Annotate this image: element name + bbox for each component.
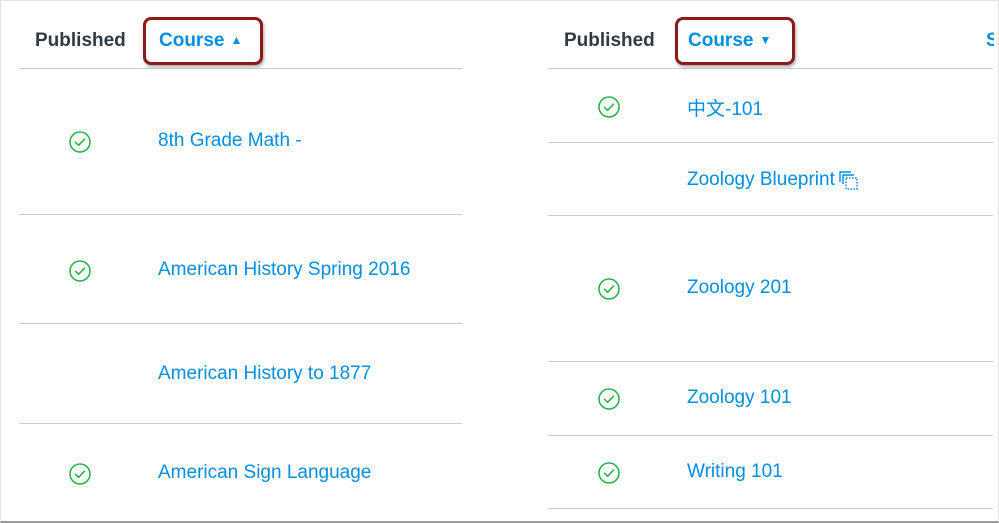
blueprint-icon <box>839 171 858 190</box>
published-check-icon <box>69 131 91 153</box>
table-row: Zoology Blueprint <box>548 143 993 216</box>
course-header-label: Course <box>159 30 225 51</box>
published-check-icon <box>598 388 620 410</box>
table-row: 中文-101 <box>548 69 993 143</box>
courses-table-descending: Published Course ▼ S 中文-101 Zoology Bluep… <box>548 0 994 523</box>
next-column-header-partial[interactable]: S <box>986 30 994 52</box>
course-column-header-sort-button[interactable]: Course ▲ <box>159 30 242 52</box>
course-link[interactable]: Zoology 101 <box>687 387 792 409</box>
course-column-header-sort-button[interactable]: Course ▼ <box>688 30 771 52</box>
table-row: Zoology 101 <box>548 362 993 436</box>
table-row: Zoology 201 <box>548 216 993 362</box>
published-column-header[interactable]: Published <box>564 30 655 52</box>
course-link[interactable]: Zoology Blueprint <box>687 169 859 191</box>
courses-table-ascending: Published Course ▲ 8th Grade Math - Ameri… <box>19 0 462 523</box>
sort-ascending-icon: ▲ <box>230 33 243 47</box>
course-link[interactable]: American History Spring 2016 <box>158 259 410 281</box>
table-row: American Sign Language <box>19 424 462 520</box>
course-link[interactable]: 8th Grade Math - <box>158 130 302 152</box>
course-link[interactable]: Writing 101 <box>687 461 783 483</box>
course-link[interactable]: American History to 1877 <box>158 363 371 385</box>
course-link[interactable]: Zoology 201 <box>687 277 792 299</box>
published-check-icon <box>69 260 91 282</box>
table-row: American History to 1877 <box>19 324 462 424</box>
table-row: American History Spring 2016 <box>19 215 462 324</box>
published-check-icon <box>598 96 620 118</box>
published-column-header[interactable]: Published <box>35 30 126 52</box>
course-link[interactable]: 中文-101 <box>687 94 763 121</box>
course-link-label: Zoology Blueprint <box>687 169 835 190</box>
published-check-icon <box>69 463 91 485</box>
table-row: Writing 101 <box>548 436 993 509</box>
table-row: 8th Grade Math - <box>19 69 462 215</box>
course-link[interactable]: American Sign Language <box>158 462 371 484</box>
published-check-icon <box>598 462 620 484</box>
published-check-icon <box>598 278 620 300</box>
course-header-label: Course <box>688 30 754 51</box>
table-header: Published Course ▲ <box>19 0 462 69</box>
table-header: Published Course ▼ S <box>548 0 994 69</box>
sort-descending-icon: ▼ <box>759 33 772 47</box>
